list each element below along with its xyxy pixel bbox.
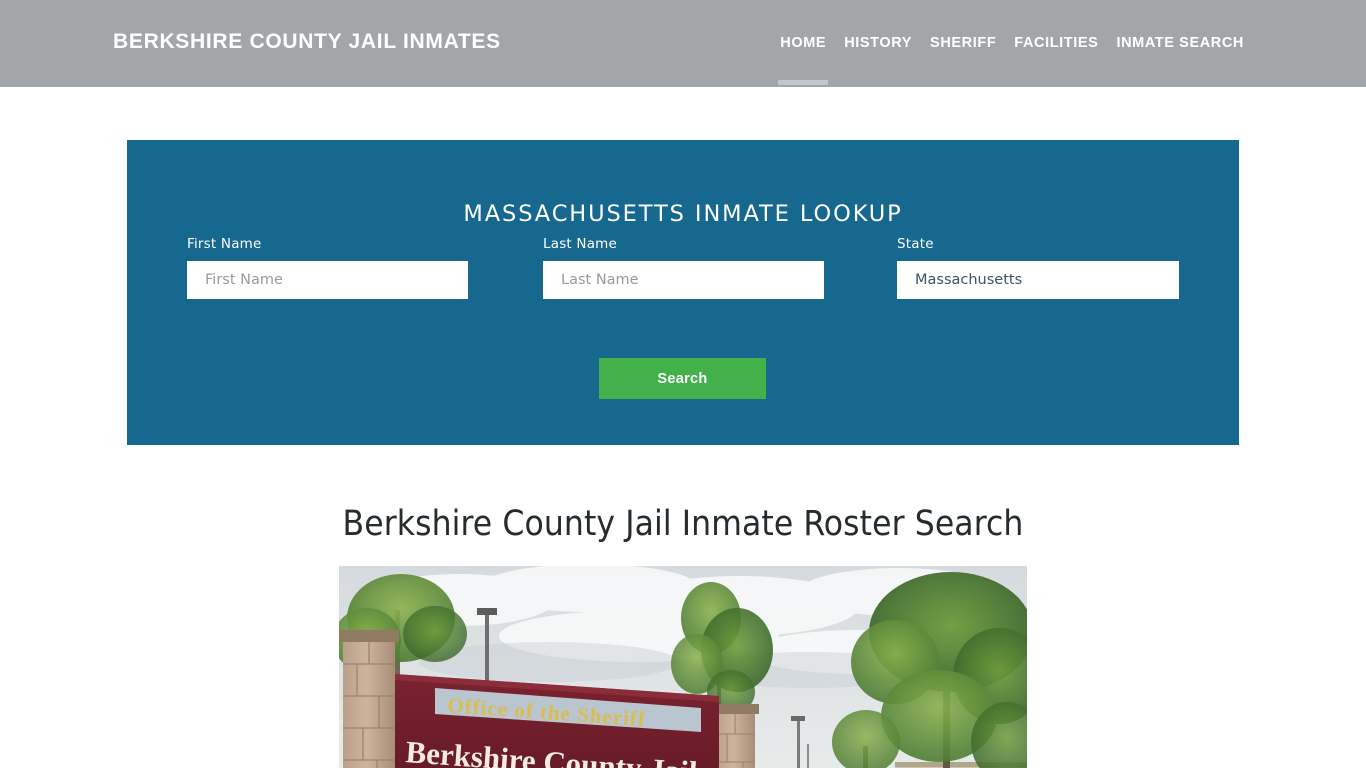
nav-item-facilities[interactable]: Facilities: [1005, 32, 1107, 54]
nav-item-history[interactable]: History: [835, 32, 921, 54]
first-name-field-group: First Name: [187, 236, 468, 299]
state-field-group: State Massachusetts: [897, 236, 1179, 299]
nav-item-inmate-search[interactable]: Inmate Search: [1107, 32, 1253, 54]
main-navigation: Home History Sheriff Facilities Inmate S…: [771, 32, 1253, 54]
state-select[interactable]: Massachusetts: [897, 261, 1179, 299]
nav-item-sheriff[interactable]: Sheriff: [921, 32, 1005, 54]
first-name-label: First Name: [187, 236, 262, 252]
last-name-label: Last Name: [543, 236, 618, 252]
page-title: Berkshire County Jail Inmate Roster Sear…: [342, 504, 1024, 544]
site-brand-logo[interactable]: Berkshire County Jail Inmates: [113, 30, 501, 54]
jail-sign-photo: Office of the Sheriff Berkshire County J…: [339, 566, 1027, 768]
lookup-panel-title: Massachusetts Inmate Lookup: [463, 200, 903, 227]
inmate-lookup-panel: Massachusetts Inmate Lookup First Name L…: [127, 140, 1239, 445]
site-header: Berkshire County Jail Inmates Home Histo…: [0, 0, 1366, 87]
search-button[interactable]: Search: [599, 358, 766, 399]
last-name-input[interactable]: [543, 261, 824, 299]
jail-sign-image: Office of the Sheriff Berkshire County J…: [339, 566, 1027, 768]
state-label: State: [897, 236, 934, 252]
nav-item-home[interactable]: Home: [771, 32, 835, 54]
first-name-input[interactable]: [187, 261, 468, 299]
last-name-field-group: Last Name: [543, 236, 824, 299]
